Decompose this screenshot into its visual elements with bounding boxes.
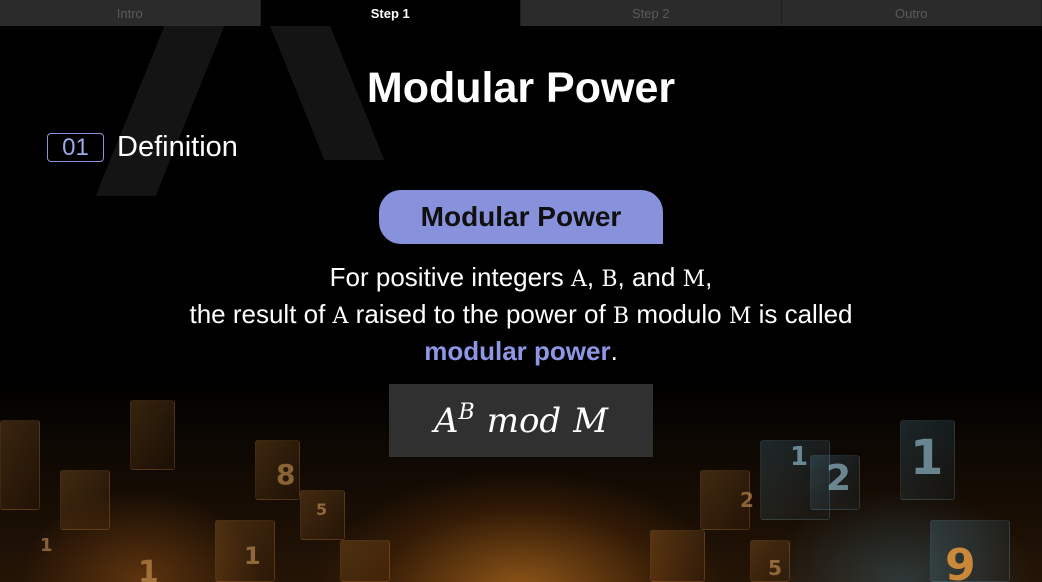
formula-box: A Bmod M (389, 384, 653, 457)
definition-line-1: For positive integers A, B, and M, (0, 260, 1042, 297)
math-variable: A (570, 267, 587, 292)
tab-step-2[interactable]: Step 2 (521, 0, 782, 26)
formula-modulus: M (573, 400, 609, 441)
page-title: Modular Power (366, 64, 676, 112)
math-variable: B (612, 304, 630, 329)
formula-exponent: B (458, 400, 475, 425)
text-fragment: . (610, 336, 618, 366)
step-tab-bar: Intro Step 1 Step 2 Outro (0, 0, 1042, 26)
text-fragment: , (705, 262, 713, 292)
math-variable: B (601, 267, 618, 292)
section-label: Definition (117, 131, 238, 163)
text-fragment: For positive integers (329, 262, 571, 292)
section-number-badge: 01 (47, 133, 104, 162)
tab-step-1[interactable]: Step 1 (260, 0, 521, 26)
math-variable: M (728, 304, 752, 329)
text-fragment: raised to the power of (348, 299, 613, 329)
text-fragment: , and (617, 262, 683, 292)
tab-intro[interactable]: Intro (0, 0, 261, 26)
definition-line-2: the result of A raised to the power of B… (0, 297, 1042, 334)
text-fragment: the result of (189, 299, 333, 329)
math-variable: A (332, 304, 349, 329)
text-fragment: is called (751, 299, 853, 329)
formula-base: A (433, 400, 459, 441)
concept-label-pill: Modular Power (379, 190, 663, 244)
math-variable: M (682, 267, 706, 292)
text-fragment: , (586, 262, 602, 292)
text-fragment: modulo (629, 299, 729, 329)
tab-outro[interactable]: Outro (781, 0, 1042, 26)
definition-text: For positive integers A, B, and M, the r… (0, 260, 1042, 369)
definition-line-3: modular power. (0, 334, 1042, 369)
section-heading: 01 Definition (47, 131, 238, 164)
formula-operator: mod (486, 400, 562, 441)
highlighted-term: modular power (424, 336, 611, 366)
